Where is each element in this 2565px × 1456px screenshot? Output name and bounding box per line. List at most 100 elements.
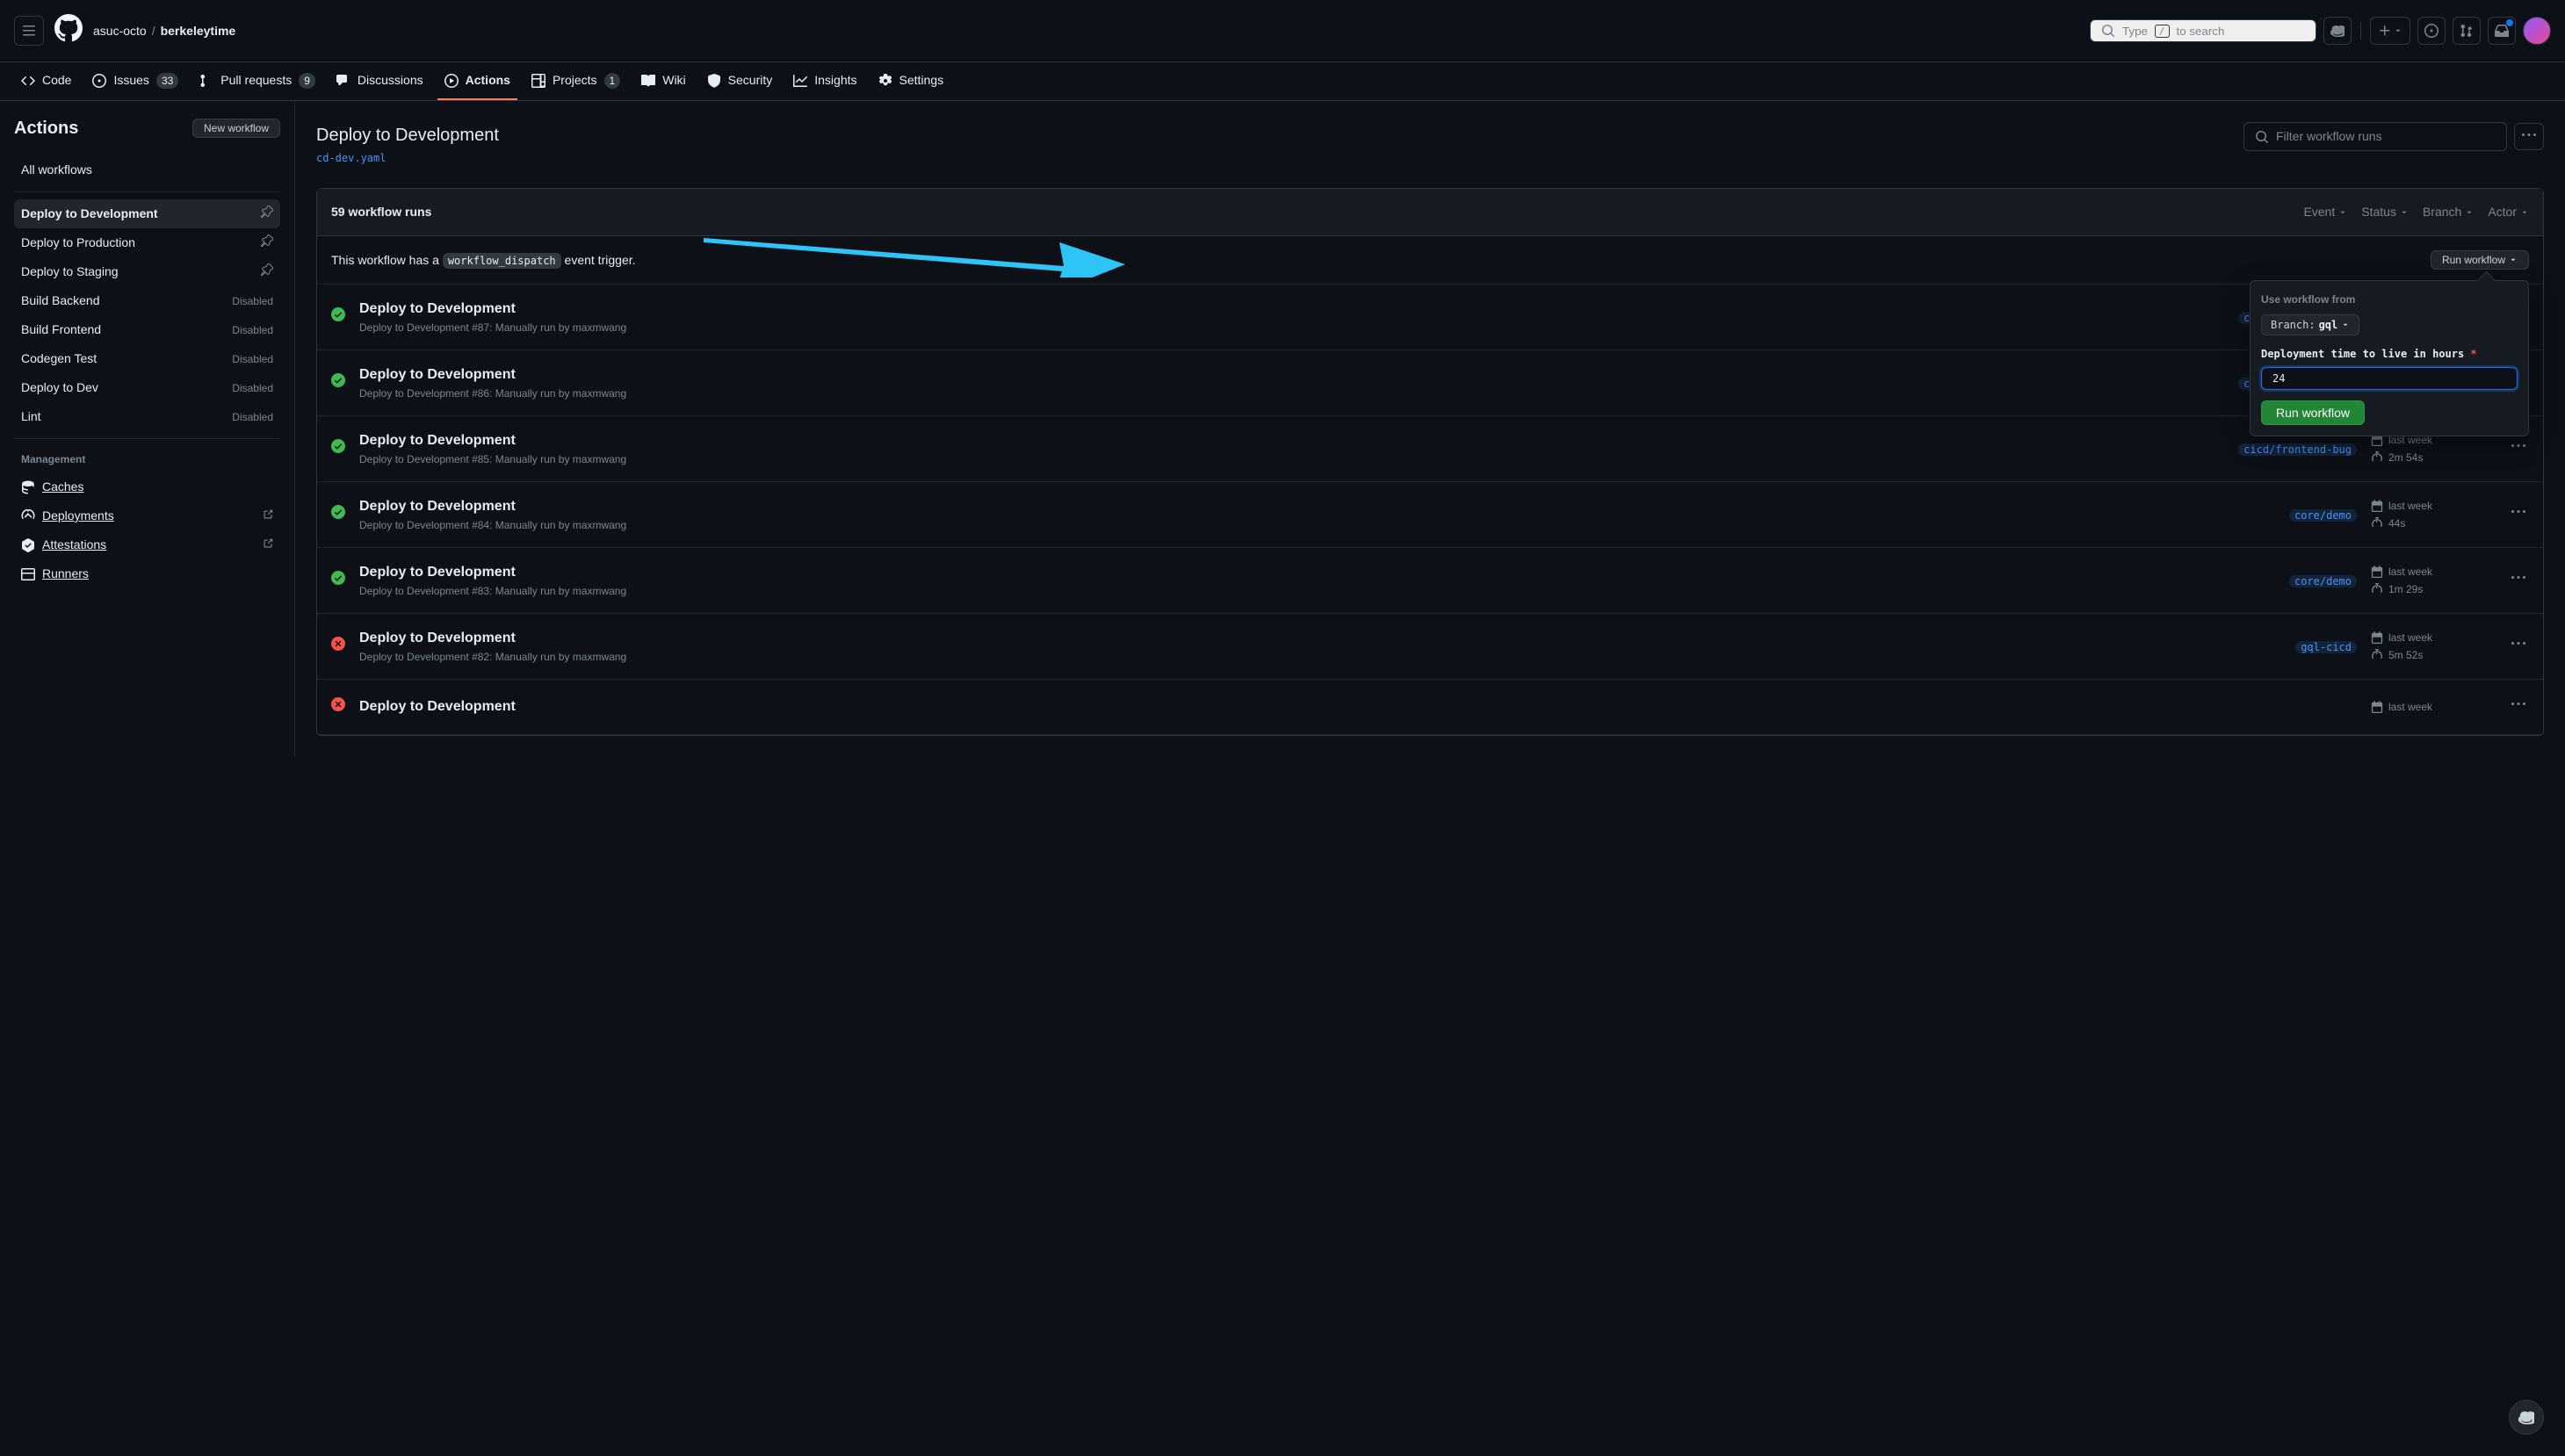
- ttl-input[interactable]: [2261, 367, 2518, 390]
- copilot-icon: [2330, 24, 2345, 38]
- run-menu-button[interactable]: [2508, 567, 2529, 594]
- yaml-file-link[interactable]: cd-dev.yaml: [316, 152, 386, 164]
- sidebar-all-workflows[interactable]: All workflows: [14, 155, 280, 184]
- notifications-button[interactable]: [2488, 17, 2516, 45]
- management-item[interactable]: Runners: [14, 559, 280, 588]
- sidebar-workflow-item[interactable]: Deploy to DevDisabled: [14, 373, 280, 402]
- pin-icon[interactable]: [261, 234, 273, 252]
- run-row[interactable]: Deploy to Developmentlast week: [317, 680, 2543, 735]
- nav-code[interactable]: Code: [14, 62, 78, 100]
- breadcrumb-org[interactable]: asuc-octo: [93, 22, 147, 40]
- sidebar-workflow-item[interactable]: LintDisabled: [14, 402, 280, 431]
- run-row[interactable]: Deploy to DevelopmentDeploy to Developme…: [317, 285, 2543, 350]
- pull-request-icon: [2460, 24, 2474, 38]
- new-workflow-button[interactable]: New workflow: [192, 119, 280, 138]
- run-menu-button[interactable]: [2508, 501, 2529, 528]
- create-button[interactable]: [2370, 17, 2410, 45]
- github-logo[interactable]: [54, 14, 83, 47]
- filter-actor[interactable]: Actor: [2488, 203, 2529, 221]
- sidebar-header: Actions New workflow: [14, 115, 280, 141]
- kebab-icon: [2511, 571, 2525, 585]
- run-duration: 44s: [2371, 515, 2494, 531]
- branch-badge[interactable]: core/demo: [2289, 572, 2357, 590]
- run-menu-button[interactable]: [2508, 436, 2529, 462]
- branch-badge[interactable]: cicd/frontend-bug: [2238, 440, 2357, 458]
- filter-status[interactable]: Status: [2361, 203, 2409, 221]
- page-title: Deploy to Development: [316, 122, 499, 148]
- pr-count: 9: [299, 73, 315, 89]
- issues-count: 33: [156, 73, 178, 89]
- nav-issues[interactable]: Issues 33: [85, 62, 185, 100]
- nav-pull-requests[interactable]: Pull requests 9: [192, 62, 322, 100]
- workflow-name: Deploy to Staging: [21, 263, 119, 281]
- branch-select[interactable]: Branch: gql: [2261, 314, 2359, 335]
- nav-projects[interactable]: Projects 1: [524, 62, 627, 100]
- kebab-icon: [2511, 439, 2525, 453]
- run-row[interactable]: Deploy to DevelopmentDeploy to Developme…: [317, 614, 2543, 680]
- run-menu-button[interactable]: [2508, 633, 2529, 660]
- run-duration: 5m 52s: [2371, 647, 2494, 663]
- nav-discussions[interactable]: Discussions: [329, 62, 430, 100]
- arrow-annotation: [704, 229, 1125, 278]
- nav-insights[interactable]: Insights: [786, 62, 863, 100]
- management-item[interactable]: Deployments: [14, 501, 280, 530]
- nav-security[interactable]: Security: [700, 62, 780, 100]
- sidebar-workflow-item[interactable]: Deploy to Development: [14, 199, 280, 228]
- pin-icon[interactable]: [261, 205, 273, 223]
- workflow-menu-button[interactable]: [2514, 123, 2544, 150]
- stopwatch-icon: [2371, 583, 2383, 595]
- shield-icon: [707, 74, 721, 88]
- issues-button[interactable]: [2417, 17, 2446, 45]
- filter-branch[interactable]: Branch: [2423, 203, 2474, 221]
- management-name: Attestations: [42, 536, 106, 554]
- nav-settings[interactable]: Settings: [871, 62, 951, 100]
- filter-runs-input[interactable]: Filter workflow runs: [2243, 122, 2507, 151]
- copilot-fab[interactable]: [2509, 1400, 2544, 1435]
- runs-table-header: 59 workflow runs Event Status Branch: [317, 189, 2543, 236]
- sidebar-workflow-item[interactable]: Deploy to Production: [14, 228, 280, 257]
- branch-badge[interactable]: core/demo: [2289, 506, 2357, 524]
- hamburger-menu-button[interactable]: [14, 16, 44, 46]
- copilot-button[interactable]: [2323, 17, 2352, 45]
- management-heading: Management: [14, 446, 280, 472]
- run-meta: last week5m 52s: [2371, 630, 2494, 663]
- run-row[interactable]: Deploy to DevelopmentDeploy to Developme…: [317, 350, 2543, 416]
- pull-requests-button[interactable]: [2453, 17, 2481, 45]
- workflow-status: Disabled: [232, 351, 273, 367]
- filter-event[interactable]: Event: [2303, 203, 2347, 221]
- mgmt-icon: [21, 509, 35, 523]
- issues-icon: [2424, 24, 2439, 38]
- sidebar-workflow-item[interactable]: Build FrontendDisabled: [14, 315, 280, 344]
- run-title: Deploy to Development: [359, 430, 2224, 451]
- sidebar-workflow-item[interactable]: Deploy to Staging: [14, 257, 280, 286]
- code-icon: [21, 74, 35, 88]
- avatar[interactable]: [2523, 17, 2551, 45]
- management-item[interactable]: Attestations: [14, 530, 280, 559]
- use-workflow-from-label: Use workflow from: [2261, 292, 2518, 307]
- search-button[interactable]: Type / to search: [2090, 19, 2316, 42]
- run-workflow-submit[interactable]: Run workflow: [2261, 400, 2365, 425]
- management-name: Runners: [42, 565, 89, 583]
- mgmt-icon: [21, 538, 35, 552]
- workflow-name: Deploy to Production: [21, 234, 135, 252]
- sidebar-workflow-item[interactable]: Codegen TestDisabled: [14, 344, 280, 373]
- external-link-icon: [263, 507, 273, 525]
- management-item[interactable]: Caches: [14, 472, 280, 501]
- run-row[interactable]: Deploy to DevelopmentDeploy to Developme…: [317, 548, 2543, 614]
- branch-badge[interactable]: gql-cicd: [2295, 638, 2357, 656]
- nav-wiki[interactable]: Wiki: [634, 62, 692, 100]
- run-subtitle: Deploy to Development #82: Manually run …: [359, 649, 2281, 665]
- search-placeholder: to search: [2177, 25, 2225, 38]
- pin-icon[interactable]: [261, 263, 273, 281]
- repo-nav: Code Issues 33 Pull requests 9 Discussio…: [0, 62, 2565, 101]
- sidebar-workflow-item[interactable]: Build BackendDisabled: [14, 286, 280, 315]
- run-menu-button[interactable]: [2508, 694, 2529, 720]
- nav-actions[interactable]: Actions: [437, 62, 517, 100]
- run-row[interactable]: Deploy to DevelopmentDeploy to Developme…: [317, 416, 2543, 482]
- runs-box: 59 workflow runs Event Status Branch: [316, 188, 2544, 736]
- run-title: Deploy to Development: [359, 628, 2281, 649]
- breadcrumb-repo[interactable]: berkeleytime: [161, 22, 236, 40]
- run-main: Deploy to DevelopmentDeploy to Developme…: [359, 364, 2224, 401]
- run-workflow-button[interactable]: Run workflow: [2431, 250, 2529, 270]
- run-row[interactable]: Deploy to DevelopmentDeploy to Developme…: [317, 482, 2543, 548]
